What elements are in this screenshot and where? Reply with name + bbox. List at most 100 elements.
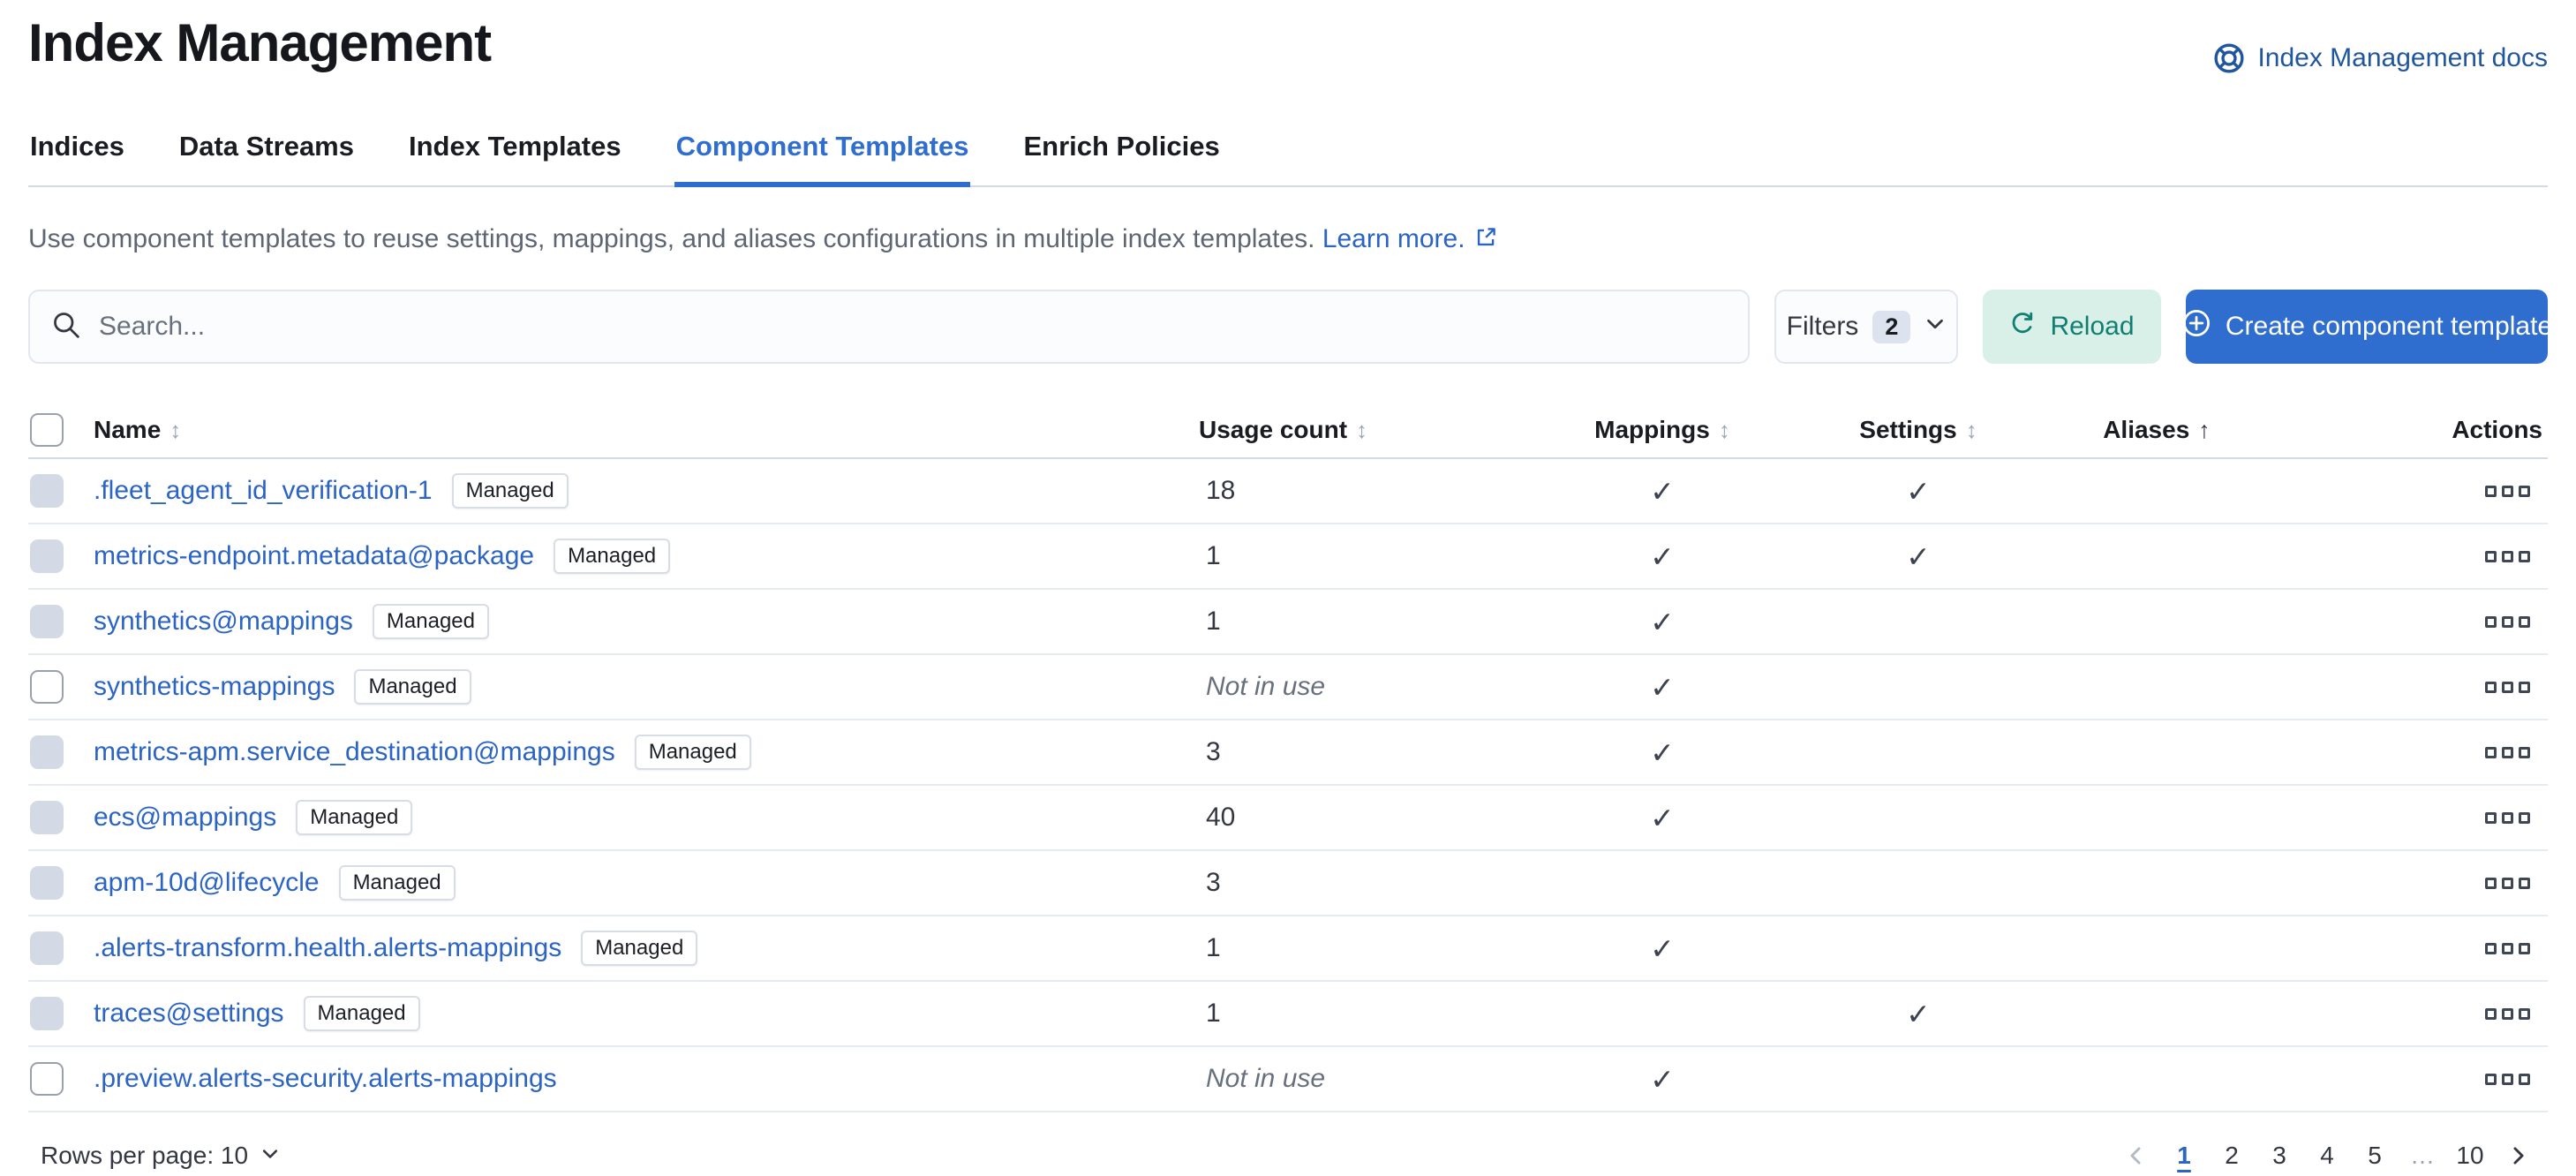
row-checkbox — [30, 539, 64, 573]
row-checkbox[interactable] — [30, 670, 64, 704]
toolbar: Filters 2 Reload — [28, 290, 2548, 364]
table-row: .fleet_agent_id_verification-1Managed 18… — [28, 459, 2548, 524]
table-row: ecs@mappings Managed 40 ✓ — [28, 786, 2548, 851]
tab-index-templates[interactable]: Index Templates — [407, 124, 623, 185]
docs-link[interactable]: Index Management docs — [2213, 42, 2548, 74]
docs-link-label: Index Management docs — [2257, 43, 2548, 73]
usage-count: Not in use — [1199, 1064, 1534, 1094]
rows-per-page-selector[interactable]: Rows per page: 10 — [41, 1142, 280, 1170]
search-input[interactable] — [99, 312, 1727, 342]
page-title: Index Management — [28, 12, 491, 73]
mappings-checkmark-icon: ✓ — [1534, 605, 1790, 639]
select-all-checkbox[interactable] — [30, 413, 64, 447]
row-actions-button[interactable] — [2480, 938, 2535, 960]
template-name-link[interactable]: traces@settings — [94, 999, 284, 1029]
tab-description: Use component templates to reuse setting… — [28, 224, 2548, 254]
mappings-checkmark-icon: ✓ — [1534, 539, 1790, 574]
life-ring-help-icon — [2213, 42, 2245, 74]
row-actions-button[interactable] — [2480, 1068, 2535, 1090]
template-name-link[interactable]: metrics-apm.service_destination@mappings — [94, 737, 615, 767]
row-actions-button[interactable] — [2480, 480, 2535, 502]
next-page-button[interactable] — [2498, 1139, 2539, 1172]
usage-count: Not in use — [1199, 672, 1534, 702]
chevron-down-icon — [1924, 312, 1946, 342]
table-footer: Rows per page: 10 1 2 3 4 5 … 10 — [28, 1127, 2548, 1176]
row-actions-button[interactable] — [2480, 742, 2535, 764]
table-row: metrics-endpoint.metadata@package Managed… — [28, 524, 2548, 590]
column-header-mappings[interactable]: Mappings ↕ — [1534, 416, 1790, 444]
column-header-actions: Actions — [2267, 416, 2548, 444]
page-header: Index Management Index Management docs — [28, 12, 2548, 74]
template-name-link[interactable]: synthetics-mappings — [94, 672, 335, 702]
managed-badge: Managed — [554, 539, 670, 574]
page-number-4[interactable]: 4 — [2308, 1136, 2346, 1175]
template-name-link[interactable]: ecs@mappings — [94, 803, 276, 833]
table-row: metrics-apm.service_destination@mappings… — [28, 720, 2548, 786]
row-actions-button[interactable] — [2480, 872, 2535, 894]
tab-data-streams[interactable]: Data Streams — [177, 124, 356, 185]
filters-label: Filters — [1787, 312, 1859, 342]
row-actions-button[interactable] — [2480, 611, 2535, 633]
row-actions-button[interactable] — [2480, 807, 2535, 829]
chevron-down-icon — [260, 1142, 280, 1170]
learn-more-link[interactable]: Learn more. — [1322, 224, 1465, 253]
row-actions-button[interactable] — [2480, 546, 2535, 568]
row-actions-button[interactable] — [2480, 1003, 2535, 1025]
up-down-arrow-icon: ↕ — [169, 417, 181, 444]
create-component-template-button[interactable]: Create component template — [2186, 290, 2548, 364]
table-row: .preview.alerts-security.alerts-mappings… — [28, 1047, 2548, 1112]
page-number-10[interactable]: 10 — [2451, 1136, 2489, 1175]
tab-bar: Indices Data Streams Index Templates Com… — [28, 124, 2548, 187]
usage-count: 1 — [1199, 999, 1534, 1029]
managed-badge: Managed — [296, 800, 412, 835]
row-checkbox[interactable] — [30, 1062, 64, 1096]
page-number-2[interactable]: 2 — [2212, 1136, 2251, 1175]
managed-badge: Managed — [452, 473, 569, 509]
pagination: 1 2 3 4 5 … 10 — [2115, 1136, 2539, 1175]
reload-label: Reload — [2050, 312, 2134, 342]
row-checkbox — [30, 931, 64, 965]
plus-circle-icon — [2181, 308, 2211, 345]
row-checkbox — [30, 801, 64, 834]
index-management-page: Index Management Index Management docs I… — [0, 0, 2576, 1176]
template-name-link[interactable]: .alerts-transform.health.alerts-mappings — [94, 933, 561, 963]
external-link-icon — [1465, 224, 1498, 253]
template-name-link[interactable]: synthetics@mappings — [94, 607, 353, 637]
up-down-arrow-icon: ↕ — [1719, 417, 1730, 444]
managed-badge: Managed — [339, 865, 456, 901]
tab-indices[interactable]: Indices — [28, 124, 126, 185]
column-header-aliases[interactable]: Aliases ↑ — [2046, 416, 2267, 444]
tab-enrich-policies[interactable]: Enrich Policies — [1021, 124, 1221, 185]
page-number-5[interactable]: 5 — [2355, 1136, 2394, 1175]
column-header-name[interactable]: Name ↕ — [79, 416, 1199, 444]
settings-checkmark-icon: ✓ — [1790, 539, 2046, 574]
row-checkbox — [30, 997, 64, 1030]
usage-count: 1 — [1199, 541, 1534, 571]
usage-count: 40 — [1199, 803, 1534, 833]
description-text: Use component templates to reuse setting… — [28, 224, 1314, 253]
template-name-link[interactable]: .fleet_agent_id_verification-1 — [94, 476, 433, 506]
table-row: .alerts-transform.health.alerts-mappings… — [28, 916, 2548, 982]
filters-button[interactable]: Filters 2 — [1774, 290, 1958, 364]
template-name-link[interactable]: .preview.alerts-security.alerts-mappings — [94, 1064, 557, 1094]
usage-count: 3 — [1199, 737, 1534, 767]
column-header-settings[interactable]: Settings ↕ — [1790, 416, 2046, 444]
table-row: apm-10d@lifecycleManaged 3 — [28, 851, 2548, 916]
search-box — [28, 290, 1750, 364]
managed-badge: Managed — [354, 669, 471, 705]
column-header-usage-count[interactable]: Usage count ↕ — [1199, 416, 1534, 444]
row-actions-button[interactable] — [2480, 676, 2535, 698]
template-name-link[interactable]: apm-10d@lifecycle — [94, 868, 320, 898]
tab-component-templates[interactable]: Component Templates — [674, 124, 971, 185]
page-number-1[interactable]: 1 — [2165, 1136, 2203, 1175]
usage-count: 1 — [1199, 933, 1534, 963]
pagination-ellipsis: … — [2403, 1142, 2442, 1170]
usage-count: 1 — [1199, 607, 1534, 637]
reload-button[interactable]: Reload — [1983, 290, 2161, 364]
arrow-up-icon: ↑ — [2198, 417, 2211, 444]
mappings-checkmark-icon: ✓ — [1534, 801, 1790, 835]
settings-checkmark-icon: ✓ — [1790, 474, 2046, 509]
page-number-3[interactable]: 3 — [2260, 1136, 2299, 1175]
template-name-link[interactable]: metrics-endpoint.metadata@package — [94, 541, 534, 571]
row-checkbox — [30, 605, 64, 638]
